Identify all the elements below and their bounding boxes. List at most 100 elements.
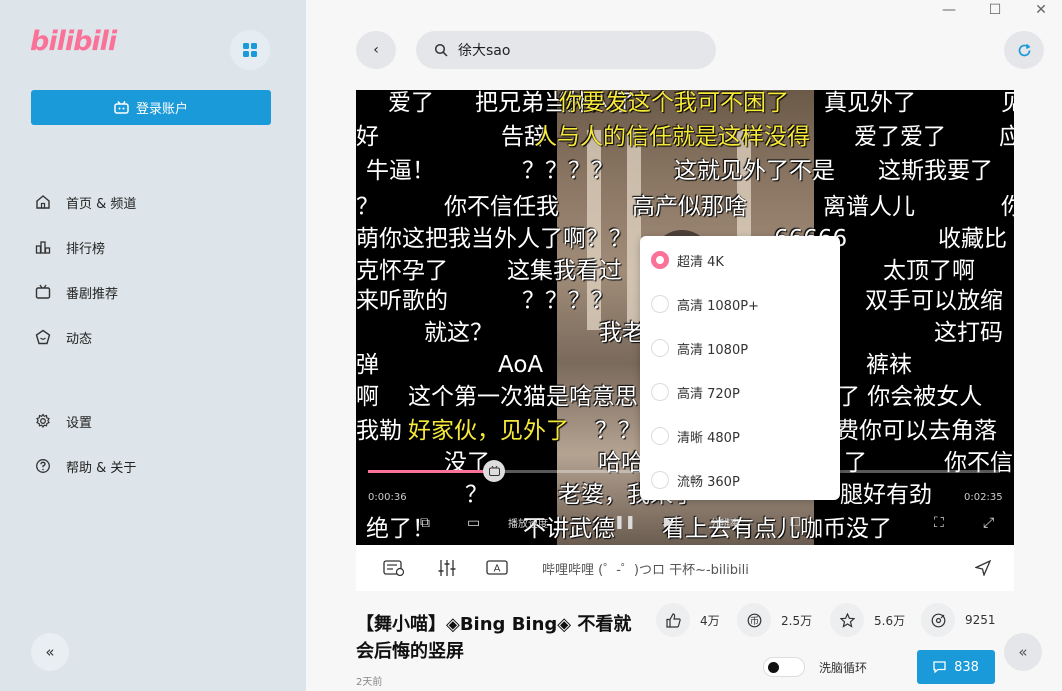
comment-button[interactable]: 838 [917,650,995,684]
text-style-icon[interactable]: A [486,559,508,577]
share-icon [931,613,945,627]
apps-grid-button[interactable] [230,30,270,70]
quality-label: 超清 4K [677,254,724,270]
danmaku-comment: 好 [356,124,379,150]
maximize-button[interactable]: ☐ [985,2,1005,18]
quality-label: 高清 1080P [677,342,749,358]
quality-option-4k[interactable]: 超清 4K [640,238,840,282]
sidebar-item-activity[interactable]: 动态 [35,325,92,349]
favorite-button[interactable]: 5.6万 [830,603,905,637]
sidebar-item-ranking[interactable]: 排行榜 [35,235,105,259]
svg-text:币: 币 [749,615,758,626]
radio-icon [651,339,669,357]
login-label: 登录账户 [135,102,188,117]
tv-icon [488,466,500,476]
radio-icon [651,471,669,489]
danmaku-comment: 双手可以放缩 [865,288,1003,314]
danmaku-comment: 我老 [599,320,645,346]
copy-icon[interactable]: ⧉ [420,515,430,531]
danmaku-comment: 腿好有劲 [840,482,932,508]
toggle-switch[interactable] [763,657,805,677]
video-date: 2天前 [356,677,383,688]
quality-option-1080p[interactable]: 高清 1080P [640,326,840,370]
danmaku-comment: 离谱人儿 [823,194,915,220]
tv-icon [114,101,129,114]
comment-icon [933,661,946,673]
quality-label: 流畅 360P [677,474,740,490]
back-button[interactable]: ‹ [356,31,396,69]
pause-icon[interactable]: ❚❚ [614,515,636,530]
danmaku-input[interactable]: 哔哩哔哩 (゜-゜)つロ 干杯~-bilibili [542,559,749,578]
ranking-icon [35,241,51,254]
panel-collapse-button[interactable]: « [1004,633,1042,671]
close-button[interactable]: ✕ [1031,2,1051,18]
danmaku-comment: 这打码 [934,320,1003,346]
danmaku-comment: ？？？？ [522,288,614,314]
quality-button[interactable]: 分辨率 [710,515,740,530]
danmaku-comment: 就这？ [424,320,493,346]
share-button[interactable]: 9251 [921,603,996,637]
home-icon [36,195,50,209]
sidebar-item-help[interactable]: 帮助 & 关于 [35,454,136,478]
quality-label: 清晰 480P [677,430,740,446]
login-button[interactable]: 登录账户 [31,90,271,125]
quality-option-1080p-plus[interactable]: 高清 1080P+ [640,282,840,326]
sidebar-item-anime[interactable]: 番剧推荐 [35,280,118,304]
pip-icon[interactable]: ⧠ [790,515,800,530]
danmaku-comment: 应 [999,124,1014,150]
quality-option-720p[interactable]: 高清 720P [640,370,840,414]
danmaku-comment: ？？ [595,418,641,444]
sidebar-item-home[interactable]: 首页 & 频道 [35,190,136,214]
refresh-icon [1018,43,1030,56]
danmaku-comment: 太费你可以去角落 [813,418,997,444]
sidebar-item-label: 排行榜 [66,241,106,257]
sidebar-collapse-button[interactable]: « [31,633,69,671]
danmaku-comment: 这斯我要了 [878,158,993,184]
grid-icon [243,43,257,57]
danmaku-comment: 萌你这把我当外人了啊？？ [356,226,632,252]
danmaku-comment: 我勒 [356,418,402,444]
next-icon[interactable]: ▶| [664,515,678,530]
video-player[interactable]: 爱了 把兄弟当外人了 你要发这个我可不困了 真见外了见好告辞 人与人的信任就是这样没得爱… [356,90,1014,545]
danmaku-comment: ？ [356,194,379,220]
sidebar-item-label: 帮助 & 关于 [66,460,137,476]
like-button[interactable]: 4万 [656,603,720,637]
danmaku-toggle-icon[interactable]: ▭ [467,515,480,531]
send-icon[interactable] [972,559,994,577]
svg-text:A: A [494,564,501,575]
quality-menu: 超清 4K 高清 1080P+ 高清 1080P 高清 720P 清晰 480P… [640,236,840,500]
sidebar-item-settings[interactable]: 设置 [35,409,92,433]
refresh-button[interactable] [1004,31,1044,69]
danmaku-comment: 啊 [356,384,379,410]
minimize-button[interactable]: — [939,2,959,18]
sidebar-item-label: 首页 & 频道 [66,196,137,212]
loop-toggle[interactable]: 洗脑循环 [763,657,867,677]
web-fullscreen-icon[interactable]: ⛶ [934,515,944,531]
radio-icon [651,427,669,445]
progress-thumb[interactable] [483,460,505,482]
coin-button[interactable]: 币 2.5万 [737,603,812,637]
search-input[interactable]: 徐大sao [416,31,716,69]
quality-label: 高清 1080P+ [677,298,759,314]
progress-fill [368,470,494,473]
danmaku-comment: 你 [1001,194,1014,220]
danmaku-settings-icon[interactable] [383,559,405,577]
sidebar: bilibili 登录账户 首页 & 频道 排行榜 番剧推荐 动态 设置 帮助 … [0,0,306,691]
danmaku-comment: 来听歌的 [356,288,448,314]
player-controls: ⧉ ▭ 播放速度 ❚❚ ▶| 分辨率 ⧠ ⛶ ⤢ [356,515,1014,540]
like-count: 4万 [700,613,720,628]
danmaku-comment: 这个第一次猫是啥意思 [408,384,638,410]
search-icon [434,43,448,57]
fullscreen-icon[interactable]: ⤢ [983,515,994,531]
danmaku-comment: 收藏比 [938,226,1007,252]
quality-option-480p[interactable]: 清晰 480P [640,414,840,458]
sidebar-item-label: 设置 [66,415,93,431]
quality-option-360p[interactable]: 流畅 360P [640,458,840,502]
sidebar-item-label: 番剧推荐 [66,286,119,302]
danmaku-comment: 弹 [356,352,379,378]
thumbs-up-icon [665,612,681,628]
playback-speed-button[interactable]: 播放速度 [508,515,548,530]
danmaku-comment: 这集我看过 [507,258,622,284]
sliders-icon[interactable] [436,559,458,577]
danmaku-comment: 你要发这个我可不困了 [559,90,789,116]
